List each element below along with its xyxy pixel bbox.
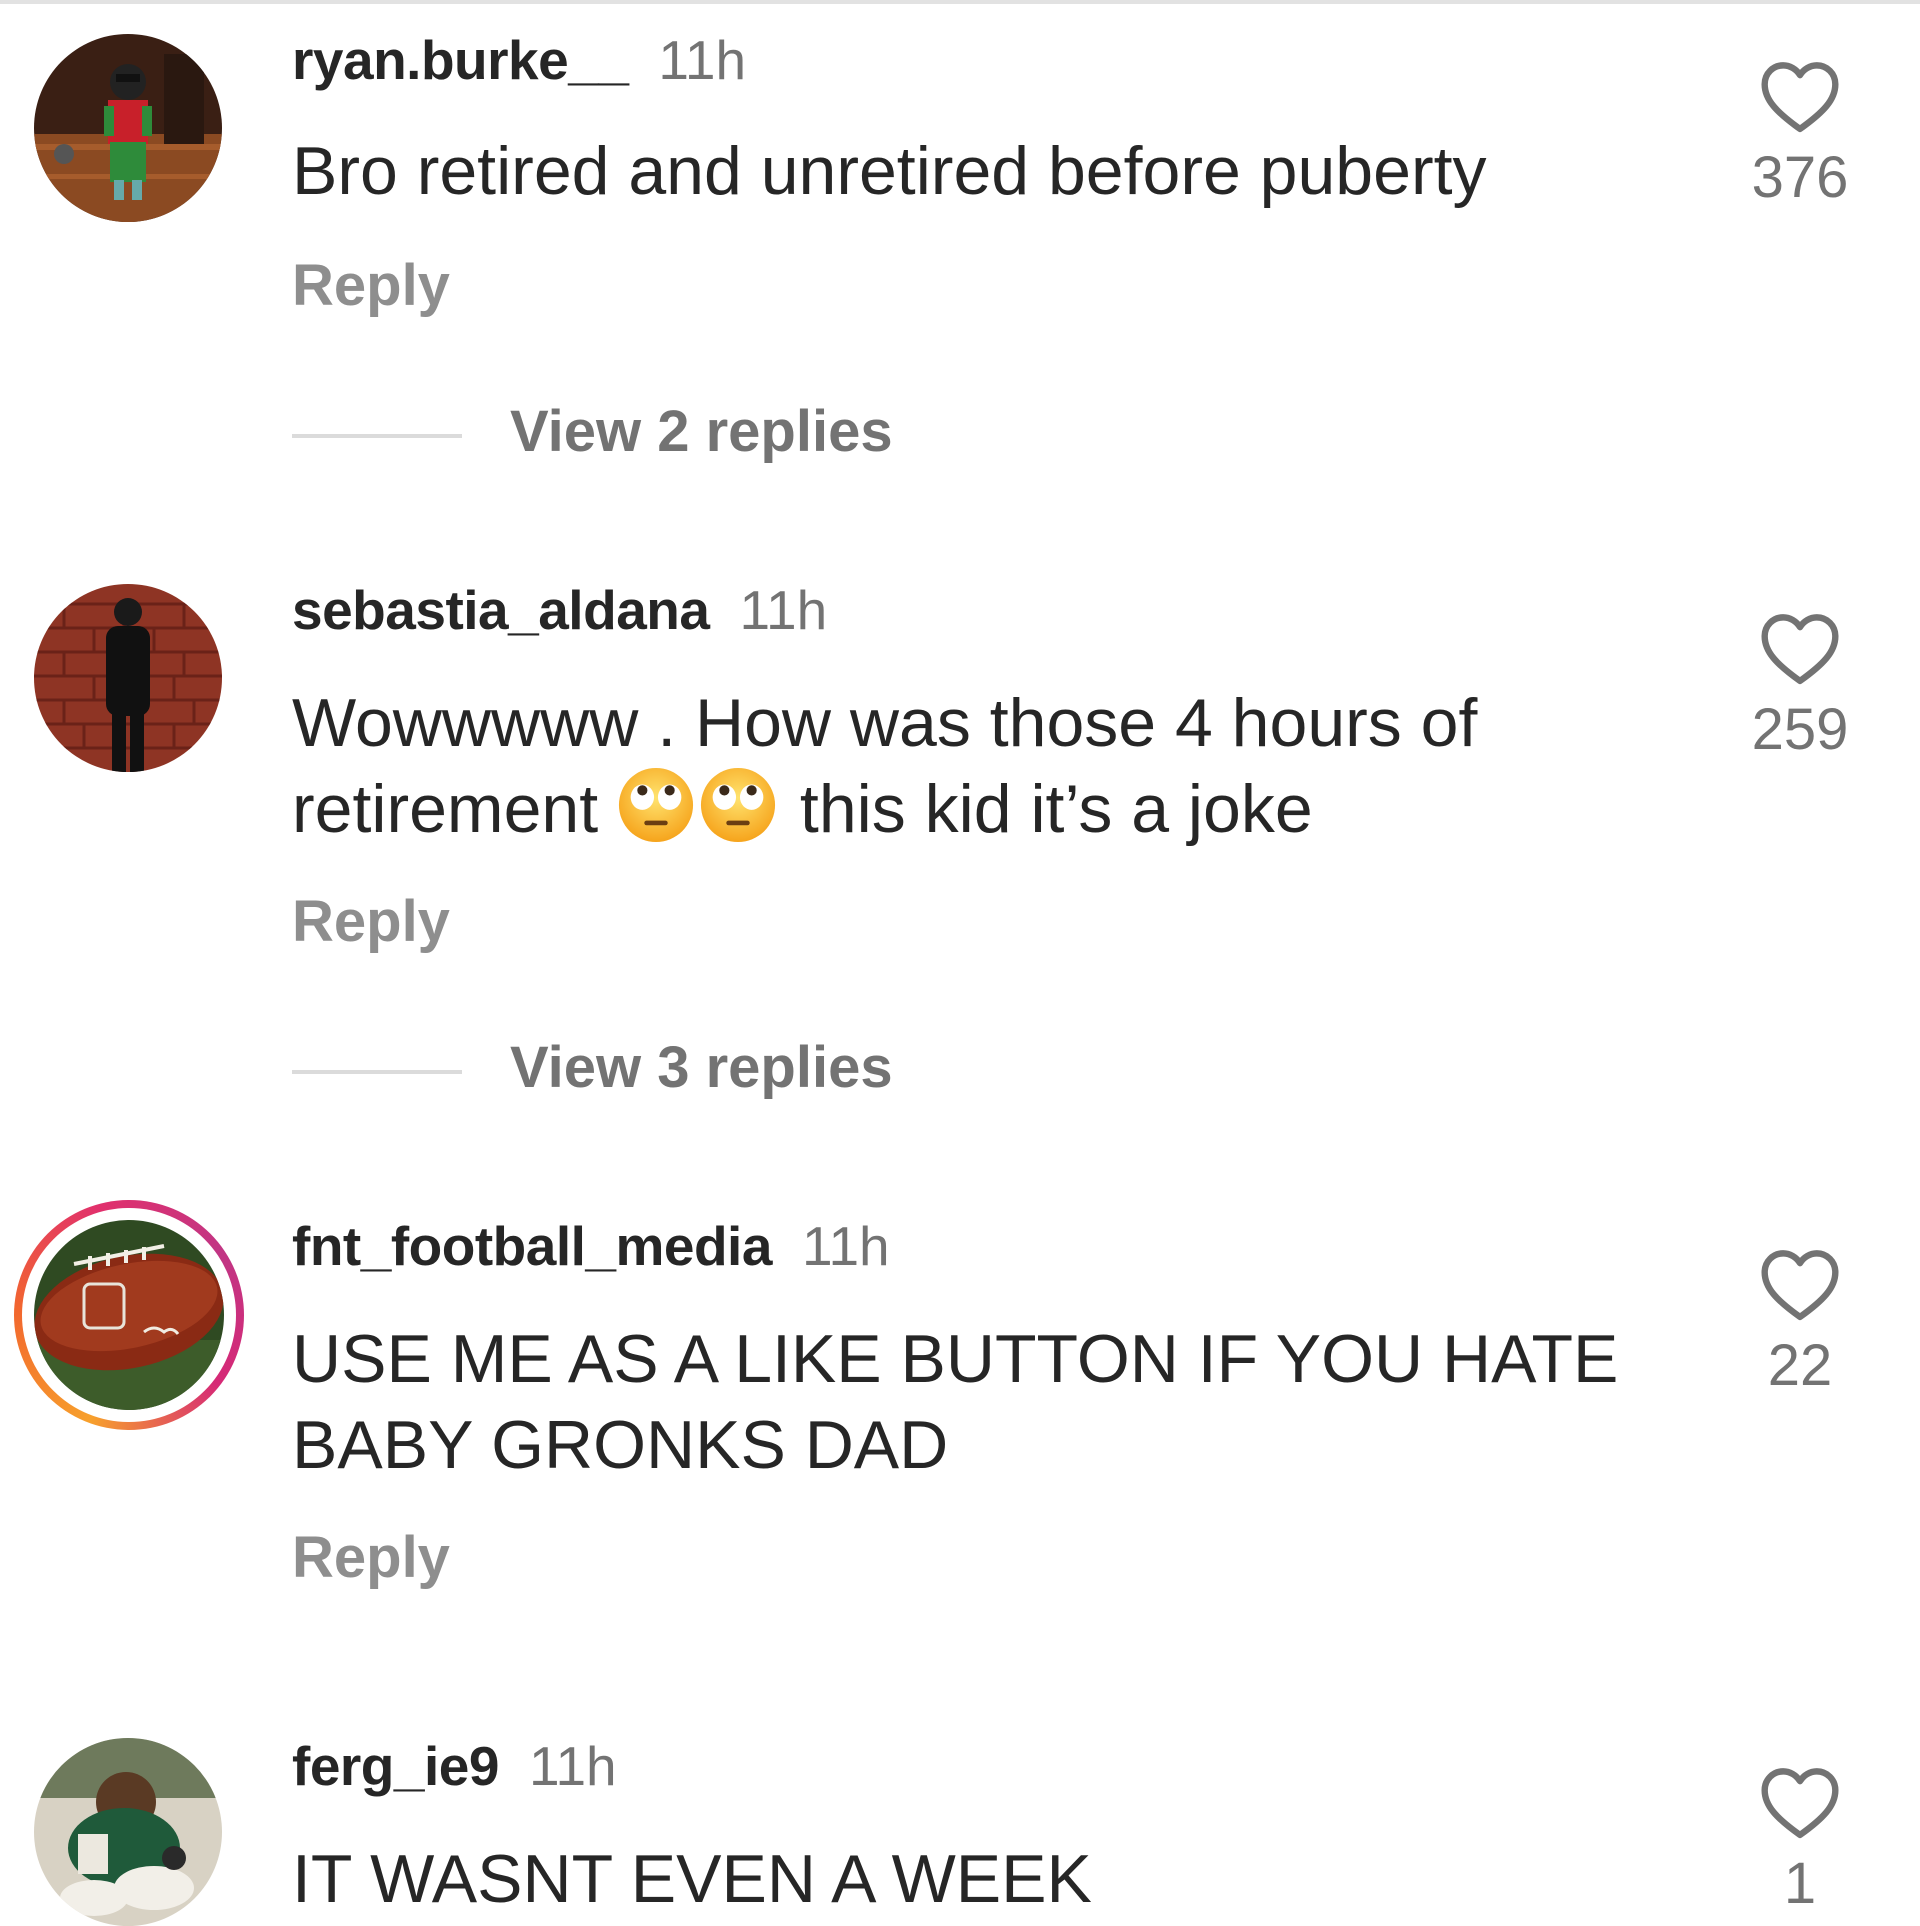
- comment-time: 11h: [658, 29, 747, 91]
- comment-text-line: BABY GRONKS DAD: [292, 1407, 949, 1483]
- avatar[interactable]: [34, 584, 222, 772]
- heart-outline-icon[interactable]: [1759, 1248, 1841, 1322]
- like-count: 22: [1767, 1333, 1833, 1398]
- reply-button[interactable]: Reply: [292, 1524, 450, 1591]
- like-button[interactable]: 1: [1740, 1766, 1860, 1917]
- face-with-rolling-eyes-emoji: [700, 767, 776, 843]
- comment-meta: ferg_ie9 11h: [292, 1734, 617, 1798]
- comment-text-line: Wowwwww . How was those 4 hours of: [292, 685, 1478, 761]
- reply-button[interactable]: Reply: [292, 888, 450, 955]
- comment-text-fragment: this kid it’s a joke: [799, 771, 1313, 847]
- avatar-story-ring[interactable]: [14, 1200, 244, 1430]
- avatar[interactable]: [34, 34, 222, 222]
- like-count: 259: [1751, 697, 1849, 762]
- like-button[interactable]: 259: [1740, 612, 1860, 763]
- heart-outline-icon[interactable]: [1759, 612, 1841, 686]
- comment-text-fragment: retirement: [292, 771, 599, 847]
- comment-time: 11h: [801, 1215, 890, 1277]
- comment-text: IT WASNT EVEN A WEEK: [292, 1841, 1092, 1917]
- comment-text-line: USE ME AS A LIKE BUTTON IF YOU HATE: [292, 1321, 1619, 1397]
- username[interactable]: ryan.burke__: [292, 29, 629, 91]
- avatar[interactable]: [34, 1738, 222, 1926]
- comment-text: Bro retired and unretired before puberty: [292, 133, 1487, 209]
- comment-meta: sebastia_aldana 11h: [292, 578, 827, 642]
- avatar: [34, 1220, 224, 1410]
- reply-button[interactable]: Reply: [292, 252, 450, 319]
- comment-meta: fnt_football_media 11h: [292, 1214, 890, 1278]
- heart-outline-icon[interactable]: [1759, 60, 1841, 134]
- username[interactable]: sebastia_aldana: [292, 579, 710, 641]
- comment-text: USE ME AS A LIKE BUTTON IF YOU HATE BABY…: [292, 1316, 1632, 1488]
- comment-meta: ryan.burke__ 11h: [292, 28, 746, 92]
- view-replies-label: View 3 replies: [510, 1035, 893, 1100]
- comment-time: 11h: [528, 1735, 617, 1797]
- heart-outline-icon[interactable]: [1759, 1766, 1841, 1840]
- replies-divider-line: [292, 434, 462, 438]
- username[interactable]: ferg_ie9: [292, 1735, 499, 1797]
- like-count: 376: [1751, 145, 1849, 210]
- like-button[interactable]: 376: [1740, 60, 1860, 211]
- like-button[interactable]: 22: [1740, 1248, 1860, 1399]
- username[interactable]: fnt_football_media: [292, 1215, 772, 1277]
- comment-time: 11h: [739, 579, 828, 641]
- replies-divider-line: [292, 1070, 462, 1074]
- face-with-rolling-eyes-emoji: [618, 767, 694, 843]
- like-count: 1: [1783, 1851, 1817, 1916]
- view-replies-label: View 2 replies: [510, 399, 893, 464]
- comment-text: Wowwwww . How was those 4 hours of retir…: [292, 680, 1632, 852]
- top-divider: [0, 0, 1920, 4]
- comment-text-line: retirement this kid it’s a joke: [292, 766, 1632, 852]
